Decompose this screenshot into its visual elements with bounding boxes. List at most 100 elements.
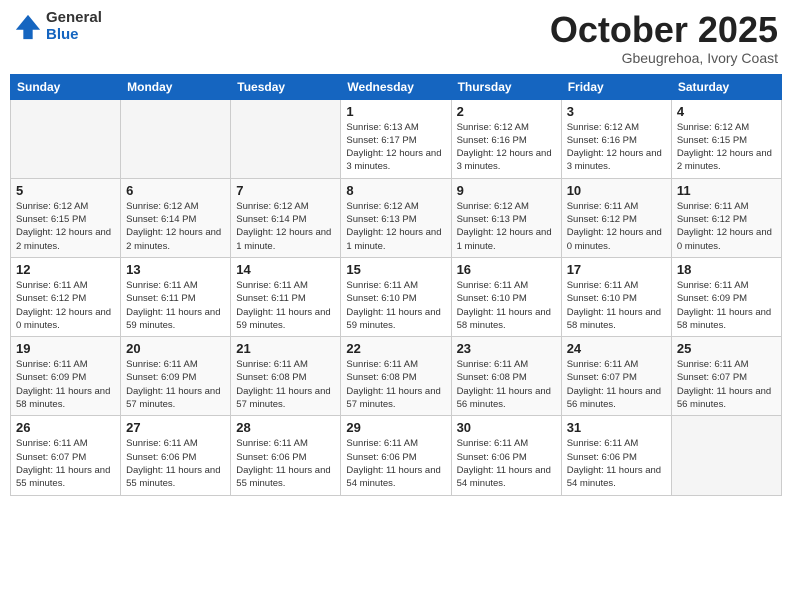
day-info: Sunrise: 6:12 AM Sunset: 6:13 PM Dayligh… bbox=[346, 200, 445, 253]
day-info: Sunrise: 6:11 AM Sunset: 6:09 PM Dayligh… bbox=[16, 358, 115, 411]
calendar-cell: 14 Sunrise: 6:11 AM Sunset: 6:11 PM Dayli… bbox=[231, 257, 341, 336]
logo-general-text: General bbox=[46, 10, 102, 27]
day-number: 25 bbox=[677, 341, 776, 356]
calendar-week-row: 5 Sunrise: 6:12 AM Sunset: 6:15 PM Daylig… bbox=[11, 178, 782, 257]
calendar-cell: 26 Sunrise: 6:11 AM Sunset: 6:07 PM Dayli… bbox=[11, 416, 121, 495]
day-number: 28 bbox=[236, 420, 335, 435]
day-number: 2 bbox=[457, 104, 556, 119]
day-number: 7 bbox=[236, 183, 335, 198]
day-number: 24 bbox=[567, 341, 666, 356]
day-info: Sunrise: 6:11 AM Sunset: 6:06 PM Dayligh… bbox=[457, 437, 556, 490]
calendar-cell: 24Sunrise: 6:11 AM Sunset: 6:07 PM Dayli… bbox=[561, 337, 671, 416]
day-number: 14 bbox=[236, 262, 335, 277]
day-info: Sunrise: 6:12 AM Sunset: 6:15 PM Dayligh… bbox=[677, 121, 776, 174]
calendar-table: SundayMondayTuesdayWednesdayThursdayFrid… bbox=[10, 74, 782, 496]
day-info: Sunrise: 6:12 AM Sunset: 6:14 PM Dayligh… bbox=[236, 200, 335, 253]
day-info: Sunrise: 6:11 AM Sunset: 6:06 PM Dayligh… bbox=[346, 437, 445, 490]
day-number: 31 bbox=[567, 420, 666, 435]
calendar-week-row: 19 Sunrise: 6:11 AM Sunset: 6:09 PM Dayli… bbox=[11, 337, 782, 416]
day-info: Sunrise: 6:11 AM Sunset: 6:06 PM Dayligh… bbox=[126, 437, 225, 490]
weekday-header: Monday bbox=[121, 74, 231, 99]
day-info: Sunrise: 6:11 AM Sunset: 6:07 PM Dayligh… bbox=[16, 437, 115, 490]
calendar-cell: 17Sunrise: 6:11 AM Sunset: 6:10 PM Dayli… bbox=[561, 257, 671, 336]
weekday-header: Sunday bbox=[11, 74, 121, 99]
logo-blue-text: Blue bbox=[46, 27, 102, 44]
day-info: Sunrise: 6:11 AM Sunset: 6:07 PM Dayligh… bbox=[677, 358, 776, 411]
page-header: General Blue October 2025 Gbeugrehoa, Iv… bbox=[10, 10, 782, 66]
calendar-cell: 20 Sunrise: 6:11 AM Sunset: 6:09 PM Dayli… bbox=[121, 337, 231, 416]
weekday-header: Tuesday bbox=[231, 74, 341, 99]
calendar-cell: 30 Sunrise: 6:11 AM Sunset: 6:06 PM Dayli… bbox=[451, 416, 561, 495]
day-info: Sunrise: 6:13 AM Sunset: 6:17 PM Dayligh… bbox=[346, 121, 445, 174]
day-number: 26 bbox=[16, 420, 115, 435]
calendar-cell: 15Sunrise: 6:11 AM Sunset: 6:10 PM Dayli… bbox=[341, 257, 451, 336]
day-info: Sunrise: 6:11 AM Sunset: 6:11 PM Dayligh… bbox=[236, 279, 335, 332]
calendar-cell: 21 Sunrise: 6:11 AM Sunset: 6:08 PM Dayli… bbox=[231, 337, 341, 416]
day-number: 8 bbox=[346, 183, 445, 198]
calendar-week-row: 1Sunrise: 6:13 AM Sunset: 6:17 PM Daylig… bbox=[11, 99, 782, 178]
calendar-cell: 5 Sunrise: 6:12 AM Sunset: 6:15 PM Daylig… bbox=[11, 178, 121, 257]
day-info: Sunrise: 6:11 AM Sunset: 6:08 PM Dayligh… bbox=[457, 358, 556, 411]
day-number: 16 bbox=[457, 262, 556, 277]
day-info: Sunrise: 6:12 AM Sunset: 6:14 PM Dayligh… bbox=[126, 200, 225, 253]
calendar-cell: 31 Sunrise: 6:11 AM Sunset: 6:06 PM Dayli… bbox=[561, 416, 671, 495]
calendar-cell: 3Sunrise: 6:12 AM Sunset: 6:16 PM Daylig… bbox=[561, 99, 671, 178]
day-info: Sunrise: 6:11 AM Sunset: 6:12 PM Dayligh… bbox=[677, 200, 776, 253]
day-number: 15 bbox=[346, 262, 445, 277]
calendar-cell: 2 Sunrise: 6:12 AM Sunset: 6:16 PM Daylig… bbox=[451, 99, 561, 178]
day-info: Sunrise: 6:11 AM Sunset: 6:10 PM Dayligh… bbox=[567, 279, 666, 332]
weekday-header: Friday bbox=[561, 74, 671, 99]
day-info: Sunrise: 6:12 AM Sunset: 6:15 PM Dayligh… bbox=[16, 200, 115, 253]
calendar-cell: 11 Sunrise: 6:11 AM Sunset: 6:12 PM Dayli… bbox=[671, 178, 781, 257]
calendar-cell: 16 Sunrise: 6:11 AM Sunset: 6:10 PM Dayli… bbox=[451, 257, 561, 336]
day-info: Sunrise: 6:12 AM Sunset: 6:16 PM Dayligh… bbox=[457, 121, 556, 174]
day-info: Sunrise: 6:12 AM Sunset: 6:16 PM Dayligh… bbox=[567, 121, 666, 174]
calendar-cell: 1Sunrise: 6:13 AM Sunset: 6:17 PM Daylig… bbox=[341, 99, 451, 178]
day-info: Sunrise: 6:11 AM Sunset: 6:12 PM Dayligh… bbox=[16, 279, 115, 332]
logo: General Blue bbox=[14, 10, 102, 43]
calendar-cell: 8 Sunrise: 6:12 AM Sunset: 6:13 PM Daylig… bbox=[341, 178, 451, 257]
calendar-header-row: SundayMondayTuesdayWednesdayThursdayFrid… bbox=[11, 74, 782, 99]
day-info: Sunrise: 6:11 AM Sunset: 6:12 PM Dayligh… bbox=[567, 200, 666, 253]
day-number: 4 bbox=[677, 104, 776, 119]
day-number: 23 bbox=[457, 341, 556, 356]
day-info: Sunrise: 6:11 AM Sunset: 6:09 PM Dayligh… bbox=[126, 358, 225, 411]
calendar-cell: 4 Sunrise: 6:12 AM Sunset: 6:15 PM Daylig… bbox=[671, 99, 781, 178]
day-number: 27 bbox=[126, 420, 225, 435]
location-subtitle: Gbeugrehoa, Ivory Coast bbox=[550, 50, 778, 66]
day-number: 29 bbox=[346, 420, 445, 435]
day-info: Sunrise: 6:11 AM Sunset: 6:08 PM Dayligh… bbox=[346, 358, 445, 411]
calendar-cell bbox=[671, 416, 781, 495]
day-number: 18 bbox=[677, 262, 776, 277]
day-info: Sunrise: 6:11 AM Sunset: 6:10 PM Dayligh… bbox=[457, 279, 556, 332]
calendar-cell: 22 Sunrise: 6:11 AM Sunset: 6:08 PM Dayli… bbox=[341, 337, 451, 416]
day-number: 19 bbox=[16, 341, 115, 356]
day-info: Sunrise: 6:12 AM Sunset: 6:13 PM Dayligh… bbox=[457, 200, 556, 253]
day-info: Sunrise: 6:11 AM Sunset: 6:06 PM Dayligh… bbox=[567, 437, 666, 490]
calendar-cell: 19 Sunrise: 6:11 AM Sunset: 6:09 PM Dayli… bbox=[11, 337, 121, 416]
calendar-cell bbox=[121, 99, 231, 178]
day-info: Sunrise: 6:11 AM Sunset: 6:11 PM Dayligh… bbox=[126, 279, 225, 332]
month-title: October 2025 bbox=[550, 10, 778, 50]
calendar-cell bbox=[11, 99, 121, 178]
day-number: 30 bbox=[457, 420, 556, 435]
day-info: Sunrise: 6:11 AM Sunset: 6:08 PM Dayligh… bbox=[236, 358, 335, 411]
day-number: 12 bbox=[16, 262, 115, 277]
title-block: October 2025 Gbeugrehoa, Ivory Coast bbox=[550, 10, 778, 66]
day-number: 21 bbox=[236, 341, 335, 356]
weekday-header: Wednesday bbox=[341, 74, 451, 99]
day-number: 6 bbox=[126, 183, 225, 198]
calendar-cell: 25 Sunrise: 6:11 AM Sunset: 6:07 PM Dayli… bbox=[671, 337, 781, 416]
day-number: 11 bbox=[677, 183, 776, 198]
day-number: 13 bbox=[126, 262, 225, 277]
calendar-week-row: 12 Sunrise: 6:11 AM Sunset: 6:12 PM Dayli… bbox=[11, 257, 782, 336]
weekday-header: Thursday bbox=[451, 74, 561, 99]
day-number: 5 bbox=[16, 183, 115, 198]
day-number: 22 bbox=[346, 341, 445, 356]
day-info: Sunrise: 6:11 AM Sunset: 6:09 PM Dayligh… bbox=[677, 279, 776, 332]
calendar-cell bbox=[231, 99, 341, 178]
calendar-cell: 12 Sunrise: 6:11 AM Sunset: 6:12 PM Dayli… bbox=[11, 257, 121, 336]
calendar-week-row: 26 Sunrise: 6:11 AM Sunset: 6:07 PM Dayli… bbox=[11, 416, 782, 495]
day-number: 20 bbox=[126, 341, 225, 356]
calendar-cell: 6 Sunrise: 6:12 AM Sunset: 6:14 PM Daylig… bbox=[121, 178, 231, 257]
